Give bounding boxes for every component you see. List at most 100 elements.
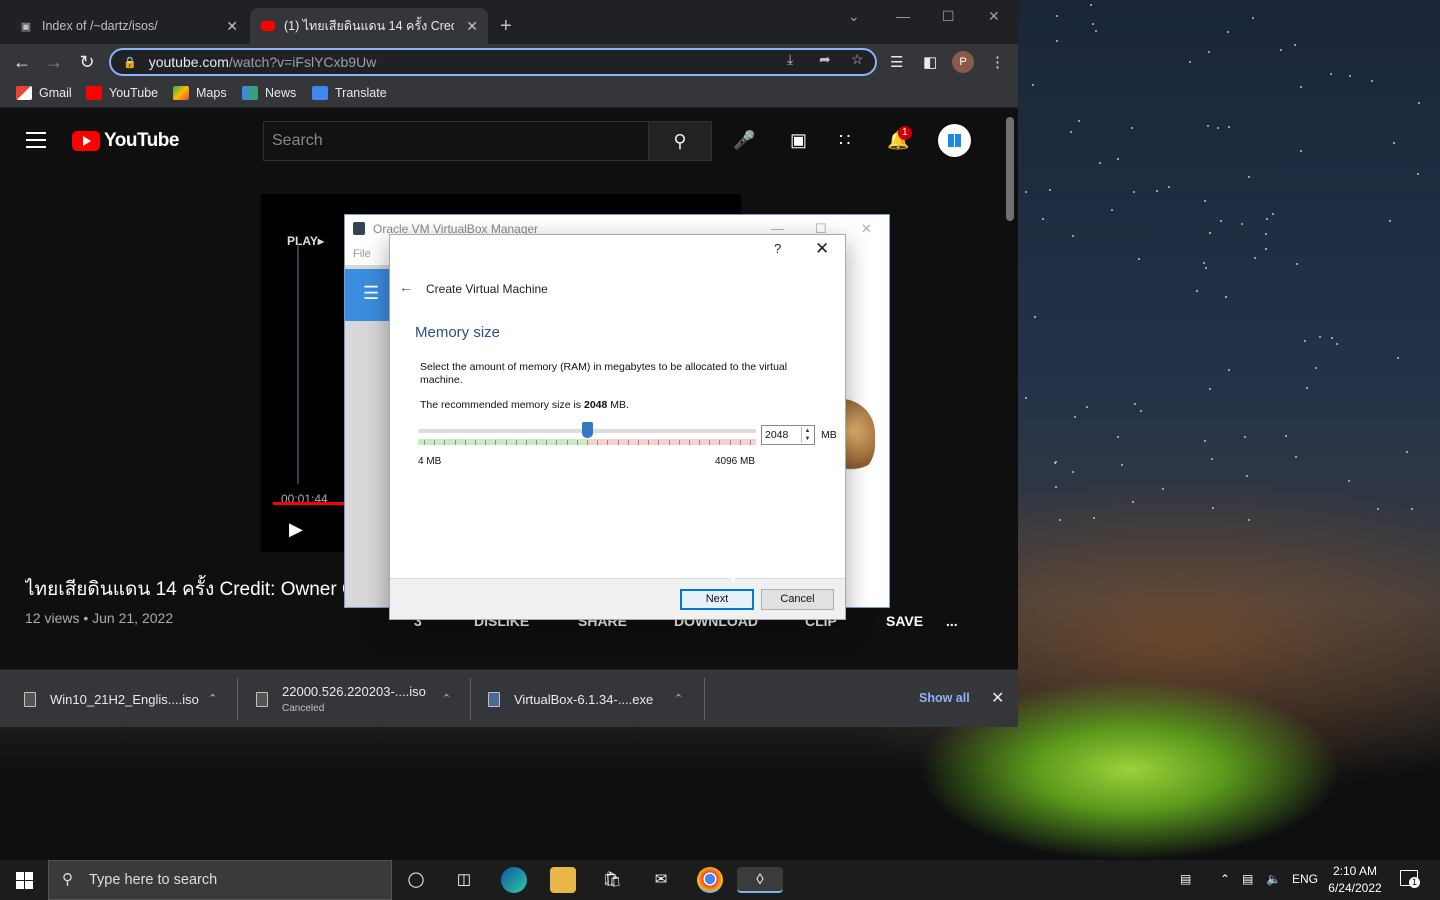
next-button[interactable]: Next [680, 589, 754, 610]
memory-slider[interactable] [418, 422, 756, 450]
tab-dartz-isos[interactable]: ▣ Index of /~dartz/isos/ ✕ [8, 8, 248, 44]
play-icon[interactable]: ▶ [289, 519, 303, 540]
star [1069, 130, 1072, 133]
video-overlay-text: PLAY▸ [287, 234, 324, 248]
more-menu-icon[interactable]: ⋮ [990, 53, 1005, 71]
mail-icon[interactable]: ✉ [648, 867, 674, 893]
new-tab-button[interactable]: + [500, 14, 512, 38]
page-scrollbar[interactable] [1002, 113, 1018, 669]
close-downloads-icon[interactable]: ✕ [991, 688, 1004, 708]
slider-tick [678, 440, 680, 445]
apps-grid-icon[interactable]: ∷ [839, 130, 850, 151]
back-arrow-icon[interactable]: ← [10, 50, 34, 74]
maximize-icon[interactable]: ☐ [942, 8, 955, 25]
download-item-virtualbox[interactable]: VirtualBox-6.1.34-....exe ⌃ [488, 670, 683, 728]
bookmark-star-icon[interactable]: ☆ [851, 51, 864, 68]
spin-arrows-icon[interactable]: ▲ ▼ [801, 427, 813, 443]
address-bar[interactable]: 🔒 youtube.com/watch?v=iFslYCxb9Uw [109, 48, 877, 76]
star [1024, 191, 1027, 194]
bookmark-youtube[interactable]: YouTube [86, 86, 158, 100]
volume-muted-icon[interactable]: 🔈 [1266, 872, 1281, 886]
close-dialog-icon[interactable]: ✕ [815, 239, 829, 259]
media-control-icon[interactable]: ☰ [890, 53, 903, 71]
slider-tick [454, 440, 456, 445]
chevron-up-icon[interactable]: ⌃ [1220, 872, 1230, 886]
close-tab-icon[interactable]: ✕ [226, 18, 238, 35]
reload-icon[interactable]: ↻ [75, 50, 99, 74]
account-avatar[interactable] [938, 124, 971, 157]
chevron-up-icon[interactable]: ⌃ [442, 692, 451, 705]
star [1219, 219, 1222, 222]
more-actions-button[interactable]: ... [946, 613, 958, 629]
memory-spinbox[interactable]: 2048 ▲ ▼ [761, 425, 815, 445]
create-video-icon[interactable]: ▣ [790, 130, 807, 151]
action-center-icon[interactable]: 1 [1400, 870, 1420, 888]
video-frame-graphic [297, 244, 299, 484]
minimize-icon[interactable]: — [896, 8, 910, 24]
help-button[interactable]: ? [774, 241, 781, 256]
show-all-downloads[interactable]: Show all [919, 691, 970, 705]
slider-tick [729, 440, 731, 445]
youtube-icon [86, 86, 102, 100]
news-widget-icon[interactable]: ▤ [1180, 872, 1191, 886]
slider-tick [607, 440, 609, 445]
vbox-sidebar [345, 265, 389, 607]
microphone-icon[interactable]: 🎤 [733, 130, 755, 151]
scrollbar-thumb[interactable] [1006, 117, 1014, 221]
profile-avatar[interactable]: P [952, 51, 974, 73]
star [1216, 126, 1219, 129]
slider-tick [485, 440, 487, 445]
microsoft-store-icon[interactable]: 🛍 [599, 867, 625, 893]
back-arrow-icon[interactable]: ← [399, 279, 413, 295]
slider-tick [597, 440, 599, 445]
taskbar-search-input[interactable]: ⚲ Type here to search [48, 860, 392, 900]
search-icon[interactable]: ⚲ [648, 121, 712, 161]
slider-tick [525, 440, 527, 445]
slider-thumb[interactable] [581, 422, 593, 438]
slider-tick [688, 440, 690, 445]
install-app-icon[interactable]: ⤓ [787, 51, 793, 68]
downloads-bar: Win10_21H2_Englis....iso ⌃ 22000.526.220… [0, 669, 1018, 727]
star [1085, 405, 1088, 408]
forward-arrow-icon[interactable]: → [42, 50, 66, 74]
slider-tick [627, 440, 629, 445]
language-indicator[interactable]: ENG [1292, 872, 1318, 886]
cortana-icon[interactable]: ◯ [403, 867, 429, 893]
close-window-icon[interactable]: ✕ [988, 8, 1000, 25]
share-icon[interactable]: ➦ [819, 51, 831, 68]
star [1055, 14, 1058, 17]
star [1226, 31, 1229, 34]
tab-youtube[interactable]: (1) ไทยเสียดินแดน 14 ครั้ง Credit: O ✕ [250, 8, 488, 44]
youtube-logo[interactable]: YouTube [72, 130, 179, 152]
download-item-22000[interactable]: 22000.526.220203-....iso Canceled ⌃ [256, 670, 451, 728]
system-clock[interactable]: 2:10 AM 6/24/2022 [1322, 863, 1388, 897]
page-heading: Memory size [415, 324, 501, 341]
tools-icon[interactable] [345, 269, 389, 321]
network-icon[interactable]: ▤ [1242, 872, 1253, 886]
close-window-icon[interactable]: ✕ [861, 221, 872, 237]
slider-tick [495, 440, 497, 445]
edge-icon[interactable] [501, 867, 527, 893]
windows-start-icon[interactable] [16, 872, 33, 889]
tab-search-icon[interactable]: ⌄ [848, 8, 860, 25]
cancel-button[interactable]: Cancel [761, 589, 834, 610]
divider [470, 678, 471, 720]
chrome-icon[interactable] [697, 867, 723, 893]
bookmark-news[interactable]: News [242, 86, 296, 100]
download-item-win10[interactable]: Win10_21H2_Englis....iso ⌃ [24, 670, 217, 728]
task-view-icon[interactable]: ◫ [451, 867, 477, 893]
file-explorer-icon[interactable] [550, 867, 576, 893]
notification-badge: 1 [898, 126, 912, 140]
close-tab-icon[interactable]: ✕ [466, 18, 478, 35]
bookmark-maps[interactable]: Maps [173, 86, 227, 100]
hamburger-menu-icon[interactable] [26, 132, 46, 148]
side-panel-icon[interactable]: ◧ [923, 53, 937, 71]
youtube-search-input[interactable]: Search [263, 121, 649, 161]
chevron-up-icon[interactable]: ⌃ [208, 692, 217, 705]
bookmark-translate[interactable]: Translate [312, 86, 387, 100]
menu-file[interactable]: File [353, 248, 371, 260]
save-button[interactable]: SAVE [886, 613, 923, 629]
bookmark-gmail[interactable]: Gmail [16, 86, 72, 100]
virtualbox-icon[interactable]: ◊ [737, 867, 783, 893]
chevron-up-icon[interactable]: ⌃ [674, 692, 683, 705]
